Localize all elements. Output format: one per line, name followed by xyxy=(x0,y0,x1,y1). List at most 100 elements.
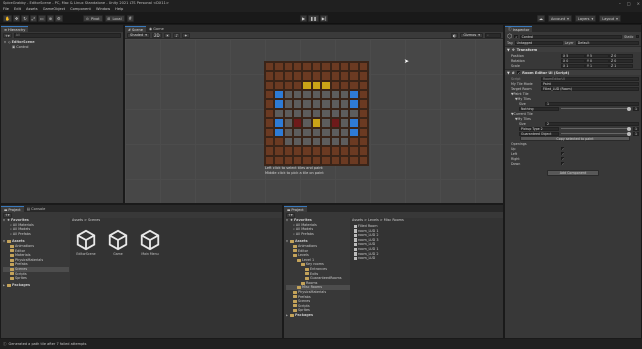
add-component-button[interactable]: Add Component xyxy=(547,170,599,176)
room-tile[interactable] xyxy=(349,108,359,119)
scene-file[interactable]: EditorScene xyxy=(74,229,98,256)
packages-header[interactable]: ▶ Packages xyxy=(286,313,350,318)
room-tile[interactable] xyxy=(321,90,331,100)
fold-right-icon[interactable]: ▶ xyxy=(3,284,6,287)
room-tile[interactable] xyxy=(283,146,294,156)
room-tile[interactable] xyxy=(321,118,331,128)
tab-project[interactable]: ▬ Project xyxy=(1,206,24,212)
fold-down-icon[interactable]: ▼ xyxy=(4,41,7,44)
room-tile[interactable] xyxy=(283,127,294,137)
room-tile[interactable] xyxy=(349,127,359,137)
room-tile[interactable] xyxy=(302,80,312,91)
room-tile[interactable] xyxy=(293,71,303,81)
pickup-slider[interactable] xyxy=(561,126,631,131)
room-tile[interactable] xyxy=(349,99,359,109)
room-tile[interactable] xyxy=(321,136,331,147)
pause-icon[interactable]: ❚❚ xyxy=(308,15,319,22)
room-tile[interactable] xyxy=(330,80,340,91)
tab-inspector[interactable]: ⓘ Inspector xyxy=(505,26,533,32)
guaranteed-slider-value[interactable]: 1 xyxy=(633,131,639,136)
room-tile[interactable] xyxy=(358,136,368,147)
rect-tool-icon[interactable]: ▭ xyxy=(37,15,46,22)
room-tile[interactable] xyxy=(302,71,312,81)
packages-header[interactable]: ▶ Packages xyxy=(3,283,69,288)
room-tile[interactable] xyxy=(265,71,275,81)
room-tile[interactable] xyxy=(311,80,322,91)
right-checkbox[interactable]: ✓ xyxy=(561,156,565,160)
room-tile[interactable] xyxy=(302,108,312,119)
room-tile[interactable] xyxy=(265,127,275,137)
room-tile[interactable] xyxy=(330,155,340,165)
room-tile[interactable] xyxy=(349,155,359,165)
fold-down-icon[interactable]: ▼ xyxy=(3,219,6,222)
fold-down-icon[interactable]: ▼ xyxy=(507,71,510,75)
room-tile[interactable] xyxy=(358,118,368,128)
custom-tool-icon[interactable]: ⚙ xyxy=(55,15,63,22)
scene-file[interactable]: Main Menu xyxy=(138,229,162,256)
room-tile[interactable] xyxy=(330,108,340,119)
scale-y-field[interactable]: Y 1 xyxy=(585,63,609,68)
lighting-icon[interactable]: ☀ xyxy=(163,32,172,38)
room-tile[interactable] xyxy=(349,62,359,72)
fold-down-icon[interactable]: ▼ xyxy=(286,240,289,243)
layers-dropdown[interactable]: Layers ▾ xyxy=(574,15,597,22)
room-tile[interactable] xyxy=(358,155,368,165)
move-tool-icon[interactable]: ✥ xyxy=(12,15,21,22)
tab-console[interactable]: ▤ Console xyxy=(24,206,49,212)
tab-game[interactable]: ◉ Game xyxy=(146,26,167,32)
scene-search-input[interactable]: ⌕ xyxy=(485,32,501,38)
scale-x-field[interactable]: X 1 xyxy=(561,63,585,68)
minimize-icon[interactable]: – xyxy=(619,1,621,6)
fold-down-icon[interactable]: ▼ xyxy=(286,219,289,222)
tag-dropdown[interactable]: Untagged xyxy=(514,40,563,45)
room-tile[interactable] xyxy=(330,90,340,100)
room-tile[interactable] xyxy=(283,99,294,109)
room-tile[interactable] xyxy=(265,136,275,147)
room-tile[interactable] xyxy=(274,99,284,109)
status-message[interactable]: Generated a path tile after 7 failed att… xyxy=(9,342,87,346)
tile-type-dropdown[interactable]: Nothing xyxy=(519,106,559,111)
account-dropdown[interactable]: Account ▾ xyxy=(548,15,572,22)
fold-down-icon[interactable]: ▼ xyxy=(3,240,6,243)
room-tile[interactable] xyxy=(302,99,312,109)
tile-slider[interactable] xyxy=(561,106,631,111)
room-tile[interactable] xyxy=(321,155,331,165)
room-tile[interactable] xyxy=(293,62,303,72)
room-tile[interactable] xyxy=(311,155,322,165)
room-tile[interactable] xyxy=(330,136,340,147)
room-tile[interactable] xyxy=(358,99,368,109)
room-tile[interactable] xyxy=(265,118,275,128)
room-tile[interactable] xyxy=(265,146,275,156)
rotation-z-field[interactable]: Z 0 xyxy=(609,58,633,63)
room-tile[interactable] xyxy=(330,99,340,109)
active-checkbox[interactable]: ✓ xyxy=(514,34,518,38)
create-asset-button[interactable]: +▾ xyxy=(286,212,295,218)
step-icon[interactable]: ▶| xyxy=(319,15,329,22)
object-name-field[interactable]: Control xyxy=(519,34,623,39)
up-checkbox[interactable]: ✓ xyxy=(561,146,565,150)
room-tile[interactable] xyxy=(311,146,322,156)
room-tile[interactable] xyxy=(349,90,359,100)
room-tile[interactable] xyxy=(274,136,284,147)
room-tile[interactable] xyxy=(302,155,312,165)
room-tile[interactable] xyxy=(321,71,331,81)
rotate-tool-icon[interactable]: ↻ xyxy=(21,15,29,22)
room-tile[interactable] xyxy=(293,80,303,91)
position-z-field[interactable]: Z 0 xyxy=(609,53,633,58)
room-tile[interactable] xyxy=(293,118,303,128)
pivot-toggle[interactable]: ⊙ Pivot xyxy=(83,15,103,22)
room-tile[interactable] xyxy=(330,118,340,128)
room-tile[interactable] xyxy=(311,71,322,81)
room-tile[interactable] xyxy=(358,146,368,156)
room-tile[interactable] xyxy=(293,155,303,165)
room-tile[interactable] xyxy=(349,136,359,147)
effects-icon[interactable]: ✦ xyxy=(182,32,190,38)
left-checkbox[interactable]: ✓ xyxy=(561,151,565,155)
room-tile[interactable] xyxy=(321,80,331,91)
room-tile-grid[interactable] xyxy=(264,61,369,166)
room-tile[interactable] xyxy=(274,80,284,91)
position-y-field[interactable]: Y 5 xyxy=(585,53,609,58)
fold-right-icon[interactable]: ▶ xyxy=(286,314,289,317)
camera-icon[interactable]: ◐ xyxy=(450,32,459,38)
room-tile[interactable] xyxy=(302,136,312,147)
